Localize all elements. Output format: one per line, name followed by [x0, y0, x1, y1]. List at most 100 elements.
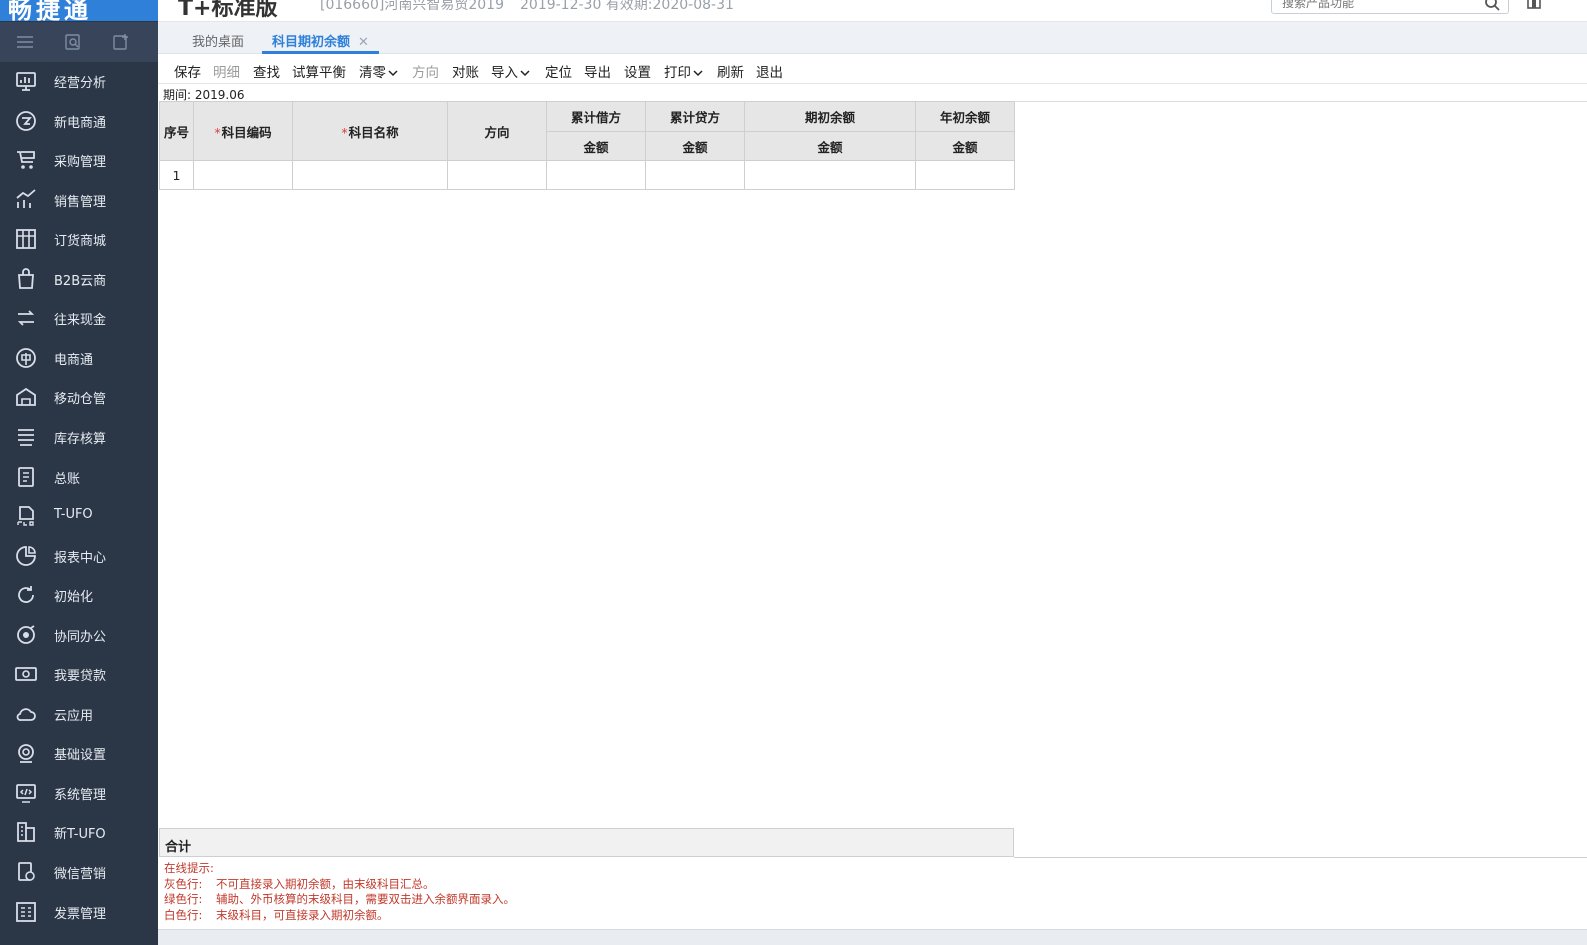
- sidebar-item-label: 微信营销: [54, 867, 107, 882]
- sidebar-item-label: 协同办公: [54, 629, 107, 645]
- table-row[interactable]: 1: [159, 160, 1015, 190]
- direction-button[interactable]: 方向: [412, 61, 439, 81]
- save-button[interactable]: 保存: [174, 61, 201, 81]
- sidebar-item-label: T-UFO: [54, 507, 93, 523]
- settings-button[interactable]: 设置: [624, 61, 651, 81]
- hint-row-white: 白色行: 末级科目，可直接录入期初余额。: [164, 908, 515, 924]
- col-header-year-opening[interactable]: 年初余额: [915, 101, 1015, 132]
- ufo-report-icon: [17, 506, 34, 526]
- refresh-button[interactable]: 刷新: [717, 61, 744, 81]
- col-subheader-amount[interactable]: 金额: [744, 131, 916, 161]
- sidebar-item-label: 总账: [54, 471, 81, 487]
- col-subheader-amount[interactable]: 金额: [546, 131, 646, 161]
- col-header-opening[interactable]: 期初余额: [744, 101, 916, 132]
- sidebar-item-7[interactable]: 往来现金: [0, 300, 158, 336]
- search-box[interactable]: [1271, 0, 1509, 14]
- hint-key: 白色行:: [164, 907, 203, 922]
- sidebar-item-14[interactable]: 初始化: [0, 577, 158, 613]
- required-mark: *: [341, 124, 348, 140]
- col-header-code-label: 科目编码: [221, 124, 272, 140]
- sidebar-item-label: 新电商通: [54, 115, 107, 131]
- find-button[interactable]: 查找: [253, 61, 280, 81]
- cell-direction[interactable]: [447, 160, 547, 190]
- sidebar-item-5[interactable]: 订货商城: [0, 221, 158, 257]
- col-header-seq[interactable]: 序号: [159, 101, 194, 161]
- sidebar-item-10[interactable]: 库存核算: [0, 419, 158, 455]
- col-header-debit[interactable]: 累计借方: [546, 101, 646, 132]
- ecommerce-circle-icon: [16, 110, 36, 131]
- col-header-direction[interactable]: 方向: [447, 101, 547, 161]
- top-header: T+标准版 [016660]河南兴智易贸2019 2019-12-30 有效期:…: [158, 0, 1587, 22]
- hints-title: 在线提示:: [164, 861, 214, 875]
- exchange-arrows-icon: [17, 310, 35, 326]
- sidebar-item-20[interactable]: 新T-UFO: [0, 814, 158, 850]
- money-icon: [15, 667, 37, 682]
- tab-desktop[interactable]: 我的桌面: [192, 31, 244, 50]
- col-subheader-amount[interactable]: 金额: [645, 131, 745, 161]
- tab-opening-balance[interactable]: 科目期初余额 ✕: [262, 22, 379, 54]
- online-hints: 在线提示: 灰色行: 不可直接录入期初余额，由末级科目汇总。 绿色行: 辅助、外币核…: [164, 861, 515, 923]
- sidebar-item-16[interactable]: 我要贷款: [0, 656, 158, 692]
- sidebar-item-6[interactable]: B2B云商: [0, 261, 158, 297]
- cell-opening[interactable]: [744, 160, 916, 190]
- sidebar-item-label: 基础设置: [54, 748, 107, 764]
- home-icon[interactable]: [1524, 0, 1544, 10]
- sidebar-item-label: B2B云商: [54, 273, 107, 289]
- search-icon[interactable]: [1484, 0, 1500, 11]
- system-code-icon: [16, 783, 36, 803]
- search-doc-icon[interactable]: [64, 33, 82, 51]
- col-header-credit[interactable]: 累计贷方: [645, 101, 745, 132]
- sidebar-item-4[interactable]: 销售管理: [0, 182, 158, 218]
- col-header-name[interactable]: *科目名称: [292, 101, 448, 161]
- sidebar-item-3[interactable]: 采购管理: [0, 142, 158, 178]
- sidebar-item-12[interactable]: T-UFO: [0, 498, 158, 534]
- sidebar-item-22[interactable]: 发票管理: [0, 894, 158, 930]
- status-bar: [158, 929, 1587, 945]
- sidebar-item-9[interactable]: 移动仓管: [0, 379, 158, 415]
- sidebar-item-1[interactable]: 经营分析: [0, 63, 158, 99]
- export-button[interactable]: 导出: [584, 61, 611, 81]
- sidebar-item-8[interactable]: 电商通: [0, 340, 158, 376]
- sidebar-item-2[interactable]: 新电商通: [0, 103, 158, 139]
- col-subheader-amount[interactable]: 金额: [915, 131, 1015, 161]
- exit-button[interactable]: 退出: [756, 61, 783, 81]
- license-dates: 2019-12-30 有效期:2020-08-31: [520, 0, 734, 13]
- import-dropdown-button[interactable]: 导入: [491, 61, 530, 81]
- cell-year-opening[interactable]: [915, 160, 1015, 190]
- opening-balance-grid: 序号 *科目编码 *科目名称 方向 累计借方 累计贷方 期初余额 年初余额 金额…: [159, 101, 1015, 190]
- cell-debit[interactable]: [546, 160, 646, 190]
- refresh-icon: [18, 586, 34, 604]
- sidebar-item-18[interactable]: 基础设置: [0, 735, 158, 771]
- sidebar-toolbar: [0, 22, 158, 62]
- chevron-down-icon: [388, 70, 398, 77]
- sidebar-item-13[interactable]: 报表中心: [0, 538, 158, 574]
- sidebar-item-label: 报表中心: [54, 550, 107, 566]
- warehouse-icon: [16, 388, 36, 407]
- sidebar-item-19[interactable]: 系统管理: [0, 775, 158, 811]
- menu-icon[interactable]: [16, 33, 34, 51]
- sidebar-item-21[interactable]: 微信营销: [0, 854, 158, 890]
- total-label: 合计: [165, 840, 192, 855]
- pie-chart-icon: [16, 545, 36, 566]
- inventory-icon: [18, 429, 34, 446]
- detail-button[interactable]: 明细: [213, 61, 240, 81]
- col-header-code[interactable]: *科目编码: [193, 101, 293, 161]
- cell-name[interactable]: [292, 160, 448, 190]
- tab-opening-balance-label: 科目期初余额: [272, 35, 351, 50]
- sidebar-item-17[interactable]: 云应用: [0, 696, 158, 732]
- print-dropdown-button[interactable]: 打印: [664, 61, 703, 81]
- sidebar-item-11[interactable]: 总账: [0, 459, 158, 495]
- new-doc-icon[interactable]: [112, 33, 130, 51]
- cell-credit[interactable]: [645, 160, 745, 190]
- sidebar-item-15[interactable]: 协同办公: [0, 617, 158, 653]
- required-mark: *: [214, 124, 221, 140]
- clear-dropdown-button[interactable]: 清零: [359, 61, 398, 81]
- locate-button[interactable]: 定位: [545, 61, 572, 81]
- divider: [1014, 857, 1587, 858]
- cell-code[interactable]: [193, 160, 293, 190]
- search-input[interactable]: [1282, 0, 1472, 11]
- trial-balance-button[interactable]: 试算平衡: [292, 61, 346, 81]
- collaboration-icon: [17, 624, 35, 644]
- close-icon[interactable]: ✕: [358, 35, 369, 50]
- reconcile-button[interactable]: 对账: [452, 61, 479, 81]
